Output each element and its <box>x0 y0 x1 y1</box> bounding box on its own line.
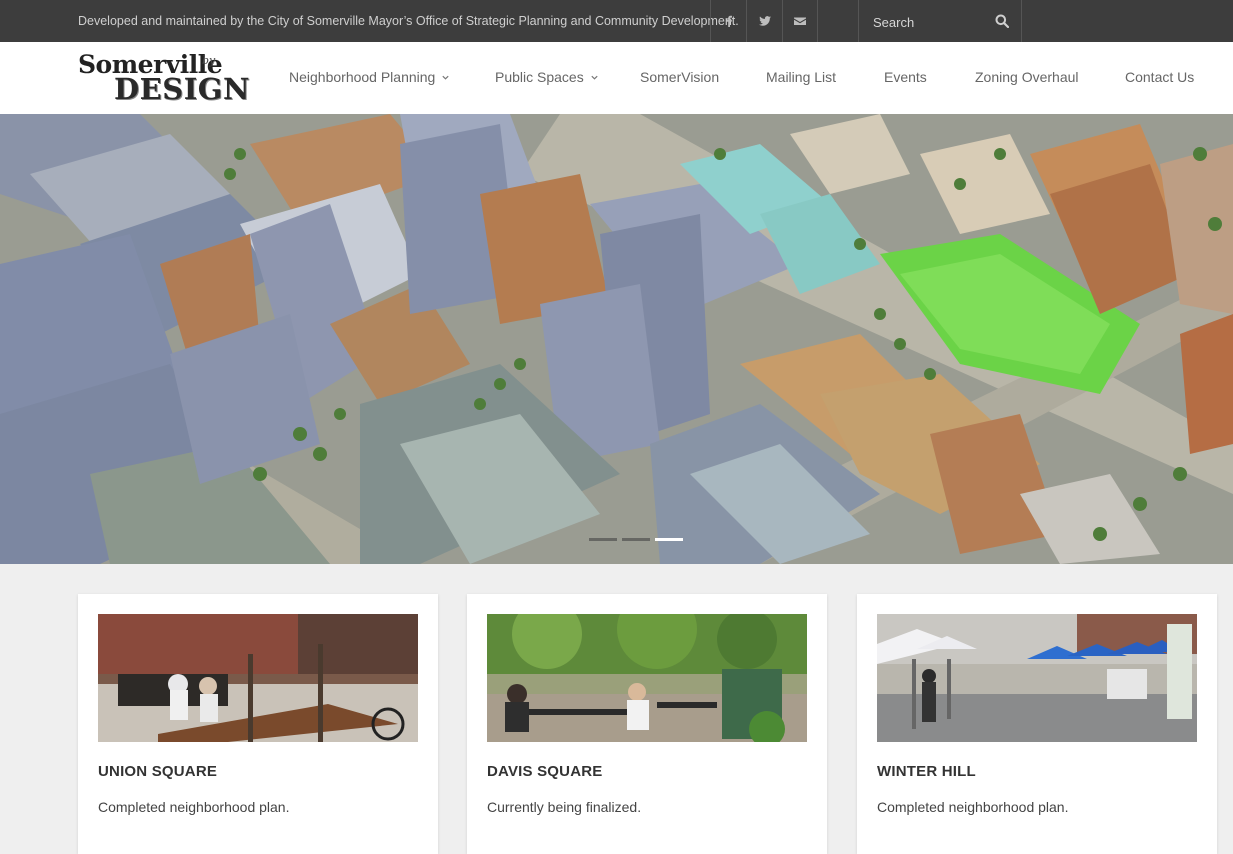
nav-contact-us[interactable]: Contact Us <box>1125 69 1194 85</box>
twitter-link[interactable] <box>746 0 782 42</box>
card-title[interactable]: UNION SQUARE <box>98 763 217 780</box>
twitter-icon <box>758 16 771 26</box>
email-link[interactable] <box>782 0 818 42</box>
logo-by: by <box>202 54 216 67</box>
card-title[interactable]: WINTER HILL <box>877 763 976 780</box>
card-union-square[interactable]: UNION SQUARE Completed neighborhood plan… <box>78 594 438 854</box>
main-navbar: Somerville by DESIGN Neighborhood Planni… <box>0 42 1233 114</box>
search-icon[interactable] <box>995 14 1009 28</box>
chevron-down-icon <box>442 75 449 80</box>
nav-label: Public Spaces <box>495 69 584 85</box>
site-logo[interactable]: Somerville by DESIGN <box>78 50 258 106</box>
card-description: Currently being finalized. <box>487 799 642 815</box>
winter-hill-photo <box>877 614 1197 742</box>
slide-dot-1[interactable] <box>589 538 617 541</box>
nav-mailing-list[interactable]: Mailing List <box>766 69 836 85</box>
slider-indicators <box>589 538 683 541</box>
top-bar: Developed and maintained by the City of … <box>0 0 1233 42</box>
card-description: Completed neighborhood plan. <box>98 799 290 815</box>
chevron-down-icon <box>591 75 598 80</box>
search-box <box>858 0 1022 42</box>
nav-label: Neighborhood Planning <box>289 69 436 85</box>
card-description: Completed neighborhood plan. <box>877 799 1069 815</box>
union-square-photo <box>98 614 418 742</box>
facebook-link[interactable] <box>710 0 746 42</box>
nav-label: Mailing List <box>766 69 837 85</box>
nav-label: Zoning Overhaul <box>975 69 1079 85</box>
nav-label: Contact Us <box>1125 69 1195 85</box>
slide-dot-2[interactable] <box>622 538 650 541</box>
nav-public-spaces[interactable]: Public Spaces <box>495 69 599 85</box>
nav-neighborhood-planning[interactable]: Neighborhood Planning <box>289 69 450 85</box>
logo-line2: DESIGN <box>114 72 251 106</box>
hero-slider[interactable] <box>0 114 1233 564</box>
card-title[interactable]: DAVIS SQUARE <box>487 763 602 780</box>
card-winter-hill[interactable]: WINTER HILL Completed neighborhood plan. <box>857 594 1217 854</box>
attribution-text: Developed and maintained by the City of … <box>78 14 739 28</box>
nav-label: SomerVision <box>640 69 720 85</box>
card-davis-square[interactable]: DAVIS SQUARE Currently being finalized. <box>467 594 827 854</box>
nav-events[interactable]: Events <box>884 69 927 85</box>
envelope-icon <box>794 17 806 25</box>
facebook-icon <box>726 15 732 27</box>
davis-square-photo <box>487 614 807 742</box>
slide-dot-3[interactable] <box>655 538 683 541</box>
nav-somervision[interactable]: SomerVision <box>640 69 719 85</box>
search-input[interactable] <box>873 12 983 32</box>
nav-zoning-overhaul[interactable]: Zoning Overhaul <box>975 69 1079 85</box>
nav-label: Events <box>884 69 927 85</box>
aerial-city-illustration <box>0 114 1233 564</box>
